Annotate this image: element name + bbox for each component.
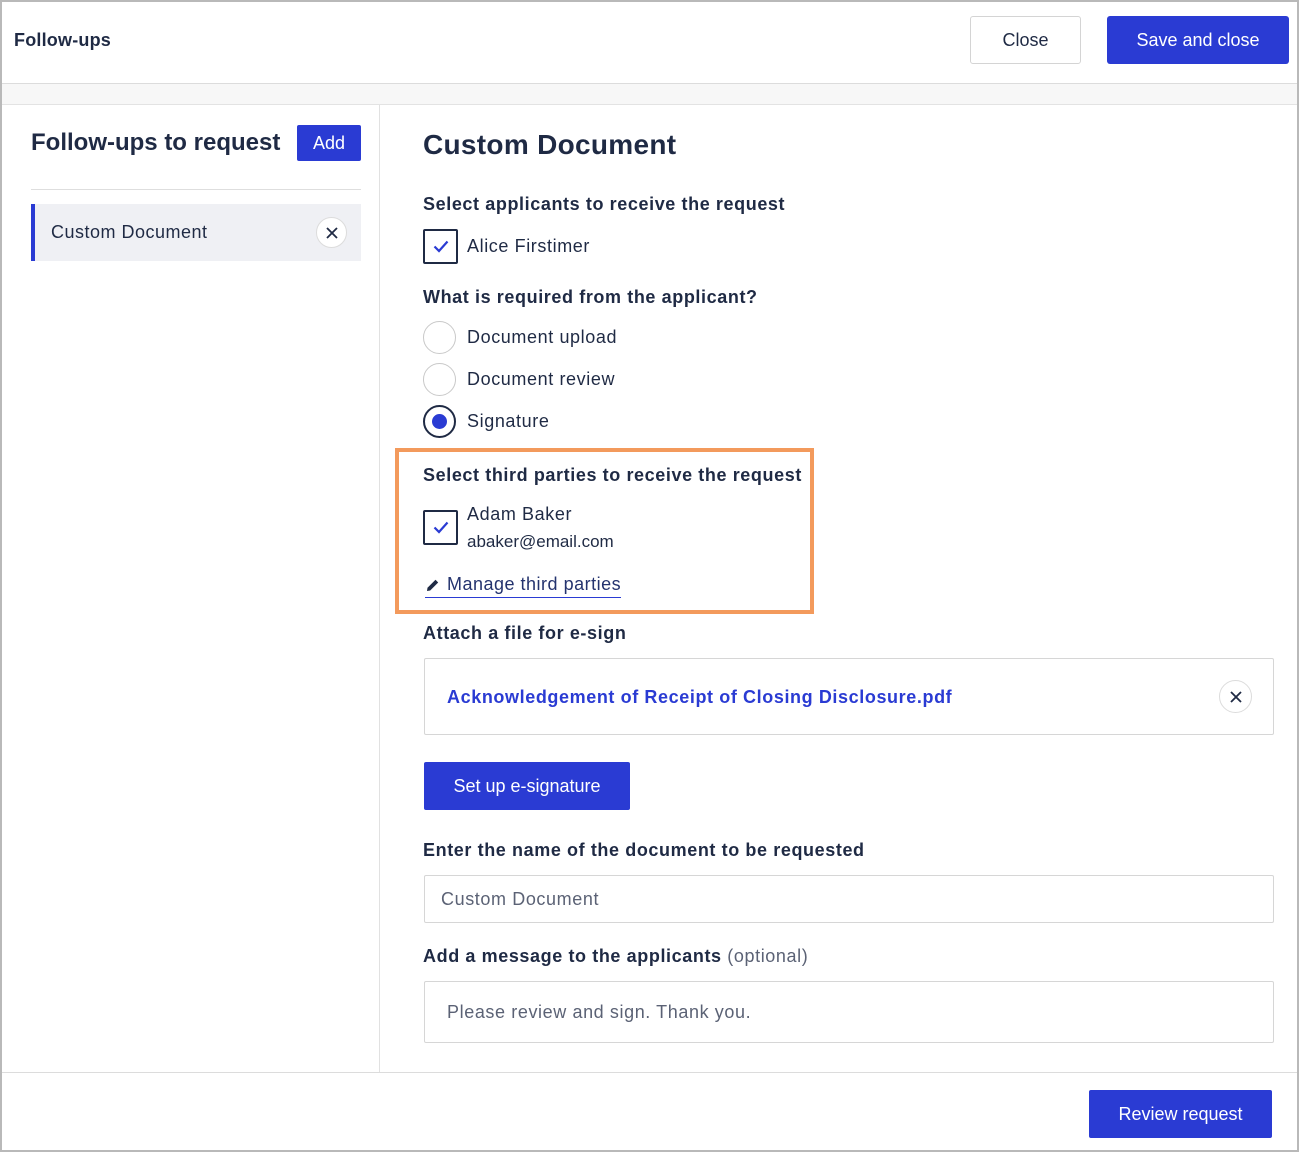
- dialog-header: Follow-ups Close Save and close: [2, 2, 1297, 84]
- message-textarea[interactable]: Please review and sign. Thank you.: [424, 981, 1274, 1043]
- third-parties-label: Select third parties to receive the requ…: [423, 465, 802, 485]
- review-request-button[interactable]: Review request: [1089, 1090, 1272, 1138]
- applicant-checkbox[interactable]: [423, 229, 458, 264]
- required-label: What is required from the applicant?: [423, 287, 758, 307]
- close-button[interactable]: Close: [970, 16, 1081, 64]
- sidebar-item-label: Custom Document: [51, 222, 208, 242]
- sidebar-item-custom-document[interactable]: Custom Document: [31, 204, 361, 261]
- header-divider-strip: [2, 84, 1297, 105]
- manage-third-parties-label: Manage third parties: [447, 574, 622, 594]
- save-and-close-button[interactable]: Save and close: [1107, 16, 1289, 64]
- dialog-title: Follow-ups: [14, 30, 111, 50]
- attach-label: Attach a file for e-sign: [423, 623, 627, 643]
- request-form: Custom Document Select applicants to rec…: [381, 105, 1297, 1072]
- follow-ups-sidebar: Follow-ups to request Add Custom Documen…: [2, 105, 380, 1072]
- close-icon: [1229, 690, 1242, 703]
- follow-ups-dialog: Follow-ups Close Save and close Follow-u…: [0, 0, 1299, 1152]
- radio-signature[interactable]: [423, 405, 456, 438]
- remove-file-button[interactable]: [1219, 680, 1252, 713]
- remove-item-button[interactable]: [316, 217, 347, 248]
- close-icon: [325, 226, 338, 239]
- radio-label-document-upload: Document upload: [467, 327, 618, 347]
- applicants-label: Select applicants to receive the request: [423, 194, 786, 214]
- third-party-name: Adam Baker: [467, 504, 573, 524]
- form-title: Custom Document: [423, 129, 677, 160]
- third-party-checkbox[interactable]: [423, 510, 458, 545]
- optional-hint: (optional): [727, 946, 809, 966]
- add-follow-up-button[interactable]: Add: [297, 125, 361, 161]
- third-party-email: abaker@email.com: [467, 532, 614, 551]
- sidebar-title: Follow-ups to request: [31, 129, 281, 156]
- sidebar-divider: [31, 189, 361, 190]
- radio-label-document-review: Document review: [467, 369, 616, 389]
- radio-document-upload[interactable]: [423, 321, 456, 354]
- manage-third-parties-link[interactable]: Manage third parties: [425, 572, 622, 598]
- checkmark-icon: [433, 521, 448, 534]
- radio-label-signature: Signature: [467, 411, 550, 431]
- document-name-label: Enter the name of the document to be req…: [423, 840, 865, 860]
- applicant-name: Alice Firstimer: [467, 236, 591, 256]
- attached-file-link[interactable]: Acknowledgement of Receipt of Closing Di…: [447, 687, 952, 708]
- pencil-icon: [427, 579, 439, 591]
- attached-file-card: Acknowledgement of Receipt of Closing Di…: [424, 658, 1274, 735]
- set-up-esignature-button[interactable]: Set up e-signature: [424, 762, 630, 810]
- message-label: Add a message to the applicants (optiona…: [423, 946, 808, 967]
- message-label-text: Add a message to the applicants: [423, 946, 722, 966]
- radio-document-review[interactable]: [423, 363, 456, 396]
- document-name-input[interactable]: Custom Document: [424, 875, 1274, 923]
- dialog-footer: Review request: [2, 1072, 1297, 1150]
- checkmark-icon: [433, 240, 448, 253]
